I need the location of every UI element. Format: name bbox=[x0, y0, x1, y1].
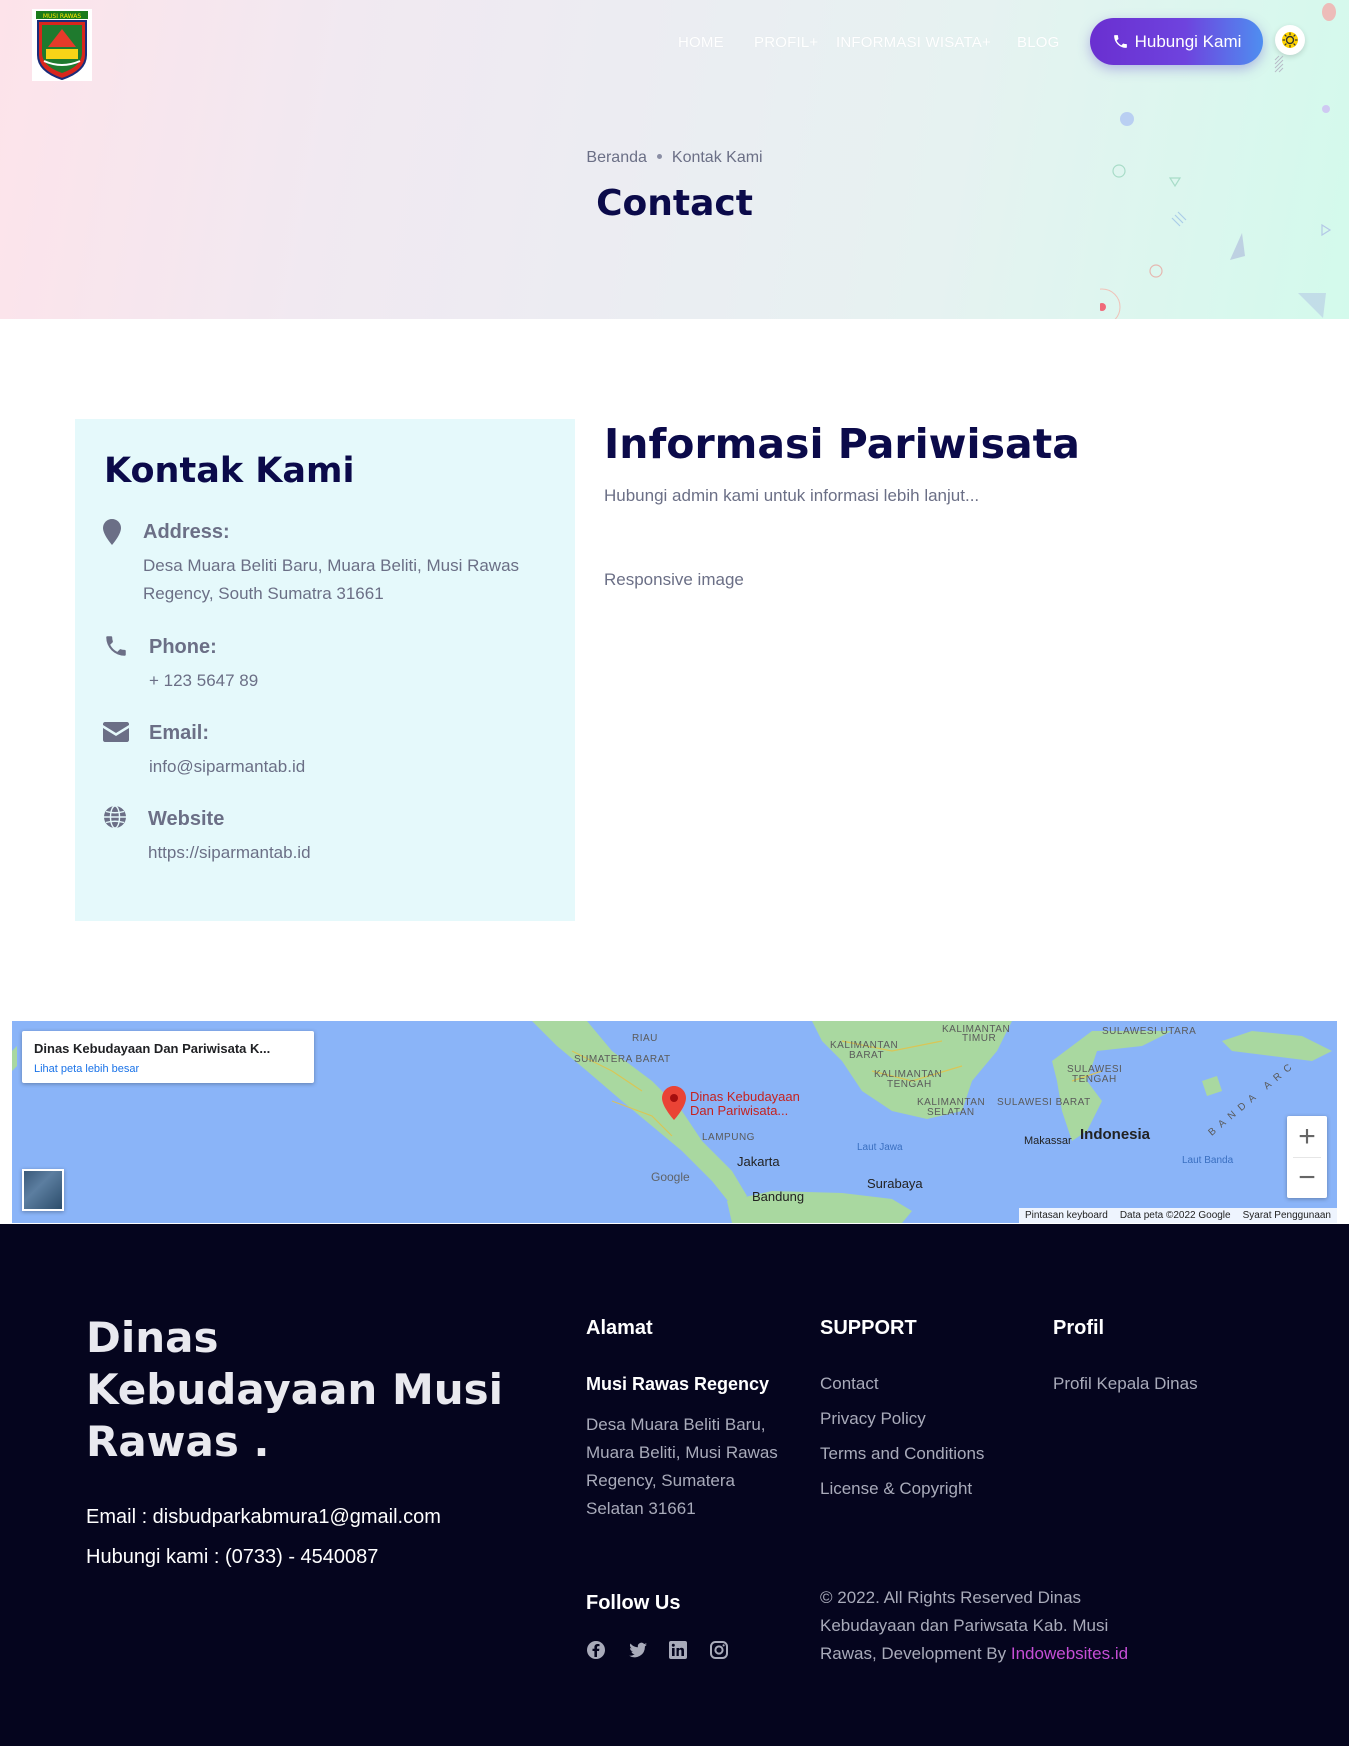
map-city-label: Surabaya bbox=[867, 1176, 923, 1191]
linkedin-icon[interactable] bbox=[668, 1640, 688, 1660]
footer-link-license[interactable]: License & Copyright bbox=[820, 1479, 972, 1499]
footer-link-profil-kepala[interactable]: Profil Kepala Dinas bbox=[1053, 1374, 1198, 1394]
footer-support-heading: SUPPORT bbox=[820, 1317, 917, 1339]
map-label: SELATAN bbox=[927, 1107, 975, 1118]
map-label: SULAWESI BARAT bbox=[997, 1097, 1091, 1108]
page-title: Contact bbox=[596, 183, 753, 224]
zoom-divider bbox=[1293, 1157, 1321, 1158]
breadcrumb-current: Kontak Kami bbox=[671, 149, 763, 166]
map-label: TENGAH bbox=[887, 1079, 932, 1090]
satellite-toggle[interactable] bbox=[22, 1169, 64, 1211]
nav-blog[interactable]: BLOG bbox=[1017, 34, 1059, 51]
map-place-title: Dinas Kebudayaan Dan Pariwisata K... bbox=[34, 1041, 271, 1056]
contact-card-title: Kontak Kami bbox=[104, 451, 355, 491]
map-label: LAMPUNG bbox=[702, 1132, 755, 1143]
phone-icon bbox=[106, 636, 126, 656]
map-info-card: Dinas Kebudayaan Dan Pariwisata K... Lih… bbox=[22, 1031, 314, 1083]
google-map[interactable]: RIAU SUMATERA BARAT LAMPUNG KALIMANTAN B… bbox=[12, 1021, 1337, 1223]
map-sea-label: Laut Jawa bbox=[857, 1142, 903, 1153]
map-label: SULAWESI UTARA bbox=[1102, 1026, 1197, 1037]
breadcrumb: Beranda Kontak Kami bbox=[0, 149, 1349, 167]
map-city-label: Bandung bbox=[752, 1189, 805, 1204]
map-attribution: Pintasan keyboard Data peta ©2022 Google… bbox=[1018, 1208, 1337, 1223]
map-sea-label: Laut Banda bbox=[1182, 1155, 1234, 1166]
site-footer: Dinas Kebudayaan Musi Rawas . Email : di… bbox=[0, 1224, 1349, 1746]
site-logo[interactable]: MUSI RAWAS bbox=[32, 9, 92, 81]
twitter-icon[interactable] bbox=[628, 1640, 648, 1660]
envelope-icon bbox=[103, 722, 129, 742]
info-subtitle: Hubungi admin kami untuk informasi lebih… bbox=[604, 486, 980, 505]
zoom-in-button[interactable]: + bbox=[1287, 1116, 1327, 1157]
website-value[interactable]: https://siparmantab.id bbox=[148, 839, 311, 867]
globe-icon bbox=[104, 805, 126, 829]
footer-link-contact[interactable]: Contact bbox=[820, 1374, 879, 1394]
terms-of-use-link[interactable]: Syarat Penggunaan bbox=[1237, 1210, 1337, 1221]
instagram-icon[interactable] bbox=[709, 1640, 729, 1660]
map-marker-icon bbox=[103, 519, 121, 545]
nav-profil[interactable]: PROFIL+ bbox=[754, 34, 818, 51]
responsive-image-placeholder: Responsive image bbox=[604, 570, 744, 589]
map-label: TIMUR bbox=[962, 1033, 997, 1044]
footer-link-terms[interactable]: Terms and Conditions bbox=[820, 1444, 984, 1464]
map-label: BARAT bbox=[849, 1050, 885, 1061]
map-label: SUMATERA BARAT bbox=[574, 1054, 671, 1065]
phone-value[interactable]: + 123 5647 89 bbox=[149, 667, 258, 695]
nav-informasi-wisata[interactable]: INFORMASI WISATA+ bbox=[836, 34, 991, 51]
address-value: Desa Muara Beliti Baru, Muara Beliti, Mu… bbox=[143, 556, 520, 603]
footer-profil-heading: Profil bbox=[1053, 1317, 1105, 1339]
page-hero: MUSI RAWAS HOME PROFIL+ INFORMASI WISATA… bbox=[0, 0, 1349, 319]
map-country-label: Indonesia bbox=[1080, 1126, 1151, 1143]
nav-home[interactable]: HOME bbox=[678, 34, 724, 51]
contact-card: Kontak Kami Address: Desa Muara Beliti B… bbox=[75, 419, 575, 921]
view-larger-map-link[interactable]: Lihat peta lebih besar bbox=[34, 1063, 139, 1075]
breadcrumb-separator bbox=[656, 153, 662, 159]
footer-email: Email : disbudparkabmura1@gmail.com bbox=[86, 1506, 441, 1528]
footer-phone: Hubungi kami : (0733) - 4540087 bbox=[86, 1546, 379, 1568]
footer-brand: Dinas Kebudayaan Musi Rawas . bbox=[86, 1313, 504, 1466]
map-pin-icon[interactable] bbox=[662, 1086, 686, 1120]
map-data-text: Data peta ©2022 Google bbox=[1119, 1210, 1231, 1221]
map-place-line2: Dan Pariwisata... bbox=[690, 1103, 789, 1118]
google-logo: Google bbox=[651, 1170, 690, 1184]
email-label: Email: bbox=[149, 722, 210, 744]
map-zoom-control: + − bbox=[1287, 1116, 1327, 1198]
email-value[interactable]: info@siparmantab.id bbox=[149, 753, 305, 781]
map-label: TENGAH bbox=[1072, 1074, 1117, 1085]
map-place-label[interactable]: Dinas Kebudayaan Dan Pariwisata... bbox=[690, 1090, 800, 1118]
map-city-label: Jakarta bbox=[737, 1154, 780, 1169]
footer-link-privacy[interactable]: Privacy Policy bbox=[820, 1409, 926, 1429]
footer-follow-heading: Follow Us bbox=[586, 1592, 681, 1614]
facebook-icon[interactable] bbox=[586, 1640, 606, 1660]
footer-copyright: © 2022. All Rights Reserved Dinas Kebuda… bbox=[820, 1584, 1150, 1668]
footer-alamat-heading: Alamat bbox=[586, 1317, 653, 1339]
info-title: Informasi Pariwisata bbox=[604, 420, 1080, 468]
developer-link[interactable]: Indowebsites.id bbox=[1011, 1644, 1128, 1663]
footer-alamat-sub: Musi Rawas Regency bbox=[586, 1374, 770, 1394]
zoom-out-button[interactable]: − bbox=[1287, 1157, 1327, 1198]
address-label: Address: bbox=[143, 521, 230, 543]
website-label: Website bbox=[148, 808, 225, 830]
footer-address: Desa Muara Beliti Baru, Muara Beliti, Mu… bbox=[586, 1415, 778, 1518]
breadcrumb-home[interactable]: Beranda bbox=[586, 149, 647, 166]
keyboard-shortcuts-link[interactable]: Pintasan keyboard bbox=[1019, 1210, 1114, 1221]
phone-label: Phone: bbox=[149, 636, 217, 658]
logo-text: MUSI RAWAS bbox=[43, 13, 81, 20]
map-place-line1: Dinas Kebudayaan bbox=[690, 1089, 800, 1104]
map-label: RIAU bbox=[632, 1033, 658, 1044]
map-city-label: Makassar bbox=[1024, 1135, 1072, 1147]
